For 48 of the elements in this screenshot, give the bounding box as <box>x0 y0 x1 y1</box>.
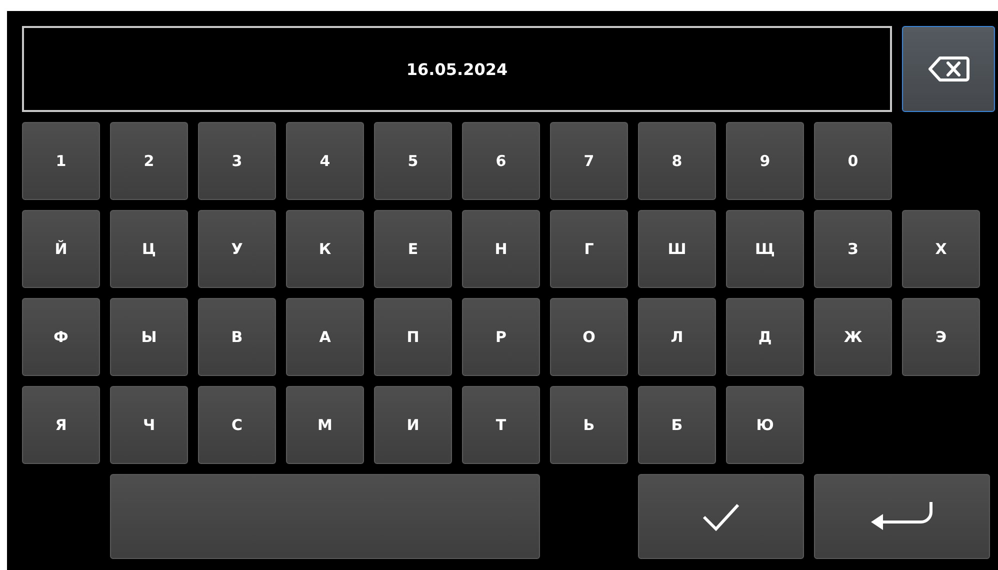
keyboard-key[interactable]: Ш <box>638 210 716 288</box>
keyboard-key[interactable]: 7 <box>550 122 628 200</box>
keyboard-key[interactable]: Ы <box>110 298 188 376</box>
keyboard-key[interactable]: Я <box>22 386 100 464</box>
keyboard-key[interactable]: 8 <box>638 122 716 200</box>
keyboard-key[interactable]: Ч <box>110 386 188 464</box>
keyboard-key[interactable]: З <box>814 210 892 288</box>
keyboard-key[interactable]: Г <box>550 210 628 288</box>
keyboard-key[interactable]: П <box>374 298 452 376</box>
keyboard-key[interactable]: Ь <box>550 386 628 464</box>
keyboard-key[interactable]: Ф <box>22 298 100 376</box>
keyboard-key[interactable]: Щ <box>726 210 804 288</box>
keyboard-key[interactable]: Х <box>902 210 980 288</box>
keyboard-key[interactable]: Б <box>638 386 716 464</box>
checkmark-icon <box>701 502 741 532</box>
keyboard-key[interactable]: М <box>286 386 364 464</box>
keyboard-key[interactable]: У <box>198 210 276 288</box>
keyboard-key[interactable]: Л <box>638 298 716 376</box>
date-display[interactable]: 16.05.2024 <box>22 26 892 112</box>
keyboard-key[interactable]: С <box>198 386 276 464</box>
keyboard-key[interactable]: Й <box>22 210 100 288</box>
keyboard-key[interactable]: О <box>550 298 628 376</box>
keyboard-key[interactable]: 6 <box>462 122 540 200</box>
keyboard-key[interactable]: Д <box>726 298 804 376</box>
confirm-button[interactable] <box>638 474 804 559</box>
enter-button[interactable] <box>814 474 990 559</box>
keyboard-key[interactable]: 5 <box>374 122 452 200</box>
keyboard-key[interactable]: Ю <box>726 386 804 464</box>
backspace-icon <box>928 55 970 83</box>
keyboard-key[interactable]: 9 <box>726 122 804 200</box>
keyboard-key[interactable]: И <box>374 386 452 464</box>
keyboard-key[interactable]: Ц <box>110 210 188 288</box>
keyboard-key[interactable]: А <box>286 298 364 376</box>
keyboard-key[interactable]: 4 <box>286 122 364 200</box>
keyboard-key[interactable]: 2 <box>110 122 188 200</box>
backspace-button[interactable] <box>902 26 995 112</box>
keyboard-key[interactable]: Р <box>462 298 540 376</box>
space-key[interactable] <box>110 474 540 559</box>
keyboard-key[interactable]: Е <box>374 210 452 288</box>
keyboard-key[interactable]: К <box>286 210 364 288</box>
keyboard-key[interactable]: Н <box>462 210 540 288</box>
keyboard-key[interactable]: Э <box>902 298 980 376</box>
keyboard-key[interactable]: 3 <box>198 122 276 200</box>
keyboard-key[interactable]: 1 <box>22 122 100 200</box>
keyboard-key[interactable]: Т <box>462 386 540 464</box>
keyboard-key[interactable]: Ж <box>814 298 892 376</box>
keyboard-key[interactable]: 0 <box>814 122 892 200</box>
keyboard-key[interactable]: В <box>198 298 276 376</box>
